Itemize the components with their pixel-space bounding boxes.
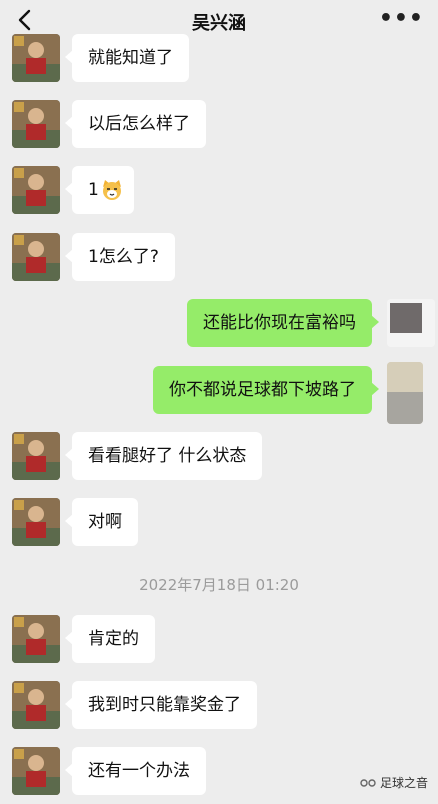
wechat-channel-icon [360,778,376,787]
message-bubble[interactable]: 对啊 [65,498,138,546]
ellipsis-icon[interactable]: ••• [379,6,424,31]
self-avatar[interactable] [387,362,423,424]
avatar[interactable] [12,681,60,729]
message-bubble[interactable]: 1 [65,166,134,214]
avatar[interactable] [12,166,60,214]
avatar[interactable] [12,747,60,795]
message-bubble[interactable]: 就能知道了 [65,34,189,82]
message-bubble[interactable]: 我到时只能靠奖金了 [65,681,257,729]
chat-timestamp: 2022年7月18日 01:20 [139,576,299,594]
message-bubble-outgoing[interactable]: 你不都说足球都下坡路了 [153,366,379,414]
avatar[interactable] [12,498,60,546]
avatar[interactable] [12,100,60,148]
avatar[interactable] [12,615,60,663]
message-bubble[interactable]: 看看腿好了 什么状态 [64,432,263,480]
message-bubble-outgoing[interactable]: 还能比你现在富裕吗 [187,299,379,347]
message-bubble[interactable]: 1怎么了? [65,233,175,281]
self-avatar[interactable] [387,299,435,347]
cat-face-emoji-icon [102,180,121,200]
message-bubble[interactable]: 肯定的 [65,615,155,663]
avatar[interactable] [12,432,60,480]
message-bubble[interactable]: 还有一个办法 [65,747,206,795]
watermark-text: 足球之音 [379,776,428,790]
chat-title: 吴兴涵 [192,13,246,34]
nav-bar: 吴兴涵 ••• [0,0,438,42]
watermark: 足球之音 [360,774,428,791]
message-text: 1 [88,180,99,200]
avatar[interactable] [12,233,60,281]
avatar[interactable] [12,34,60,82]
message-bubble[interactable]: 以后怎么样了 [65,100,206,148]
